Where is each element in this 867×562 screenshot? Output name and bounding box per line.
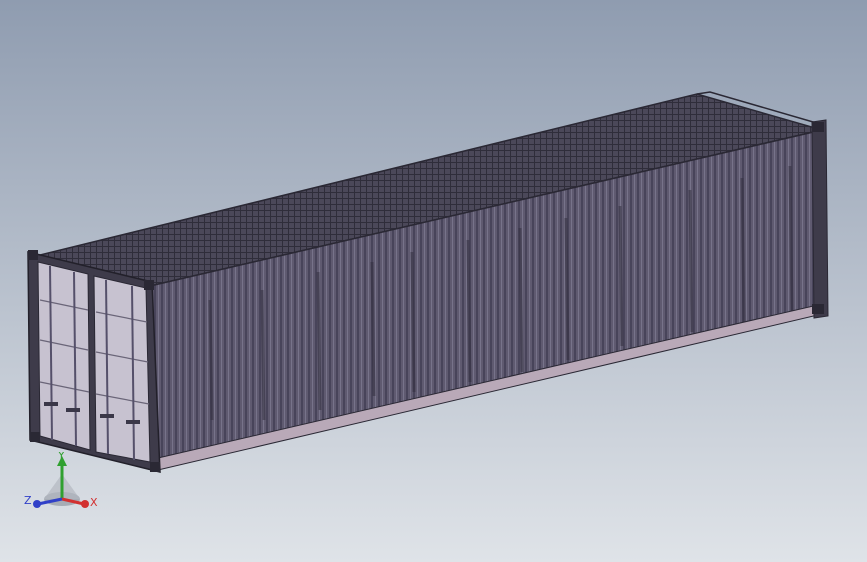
graphics-viewport[interactable]: Y X Z <box>0 0 867 562</box>
z-axis-cap <box>33 500 41 508</box>
right-door-panel[interactable] <box>93 275 151 463</box>
x-axis-label: X <box>90 496 98 509</box>
y-axis-label: Y <box>57 452 65 462</box>
rear-corner-post <box>811 119 829 319</box>
x-axis-cap <box>81 500 89 508</box>
container-model[interactable] <box>0 0 867 562</box>
left-door-panel[interactable] <box>37 261 91 451</box>
orientation-triad[interactable]: Y X Z <box>22 452 104 518</box>
z-axis-label: Z <box>24 494 32 507</box>
